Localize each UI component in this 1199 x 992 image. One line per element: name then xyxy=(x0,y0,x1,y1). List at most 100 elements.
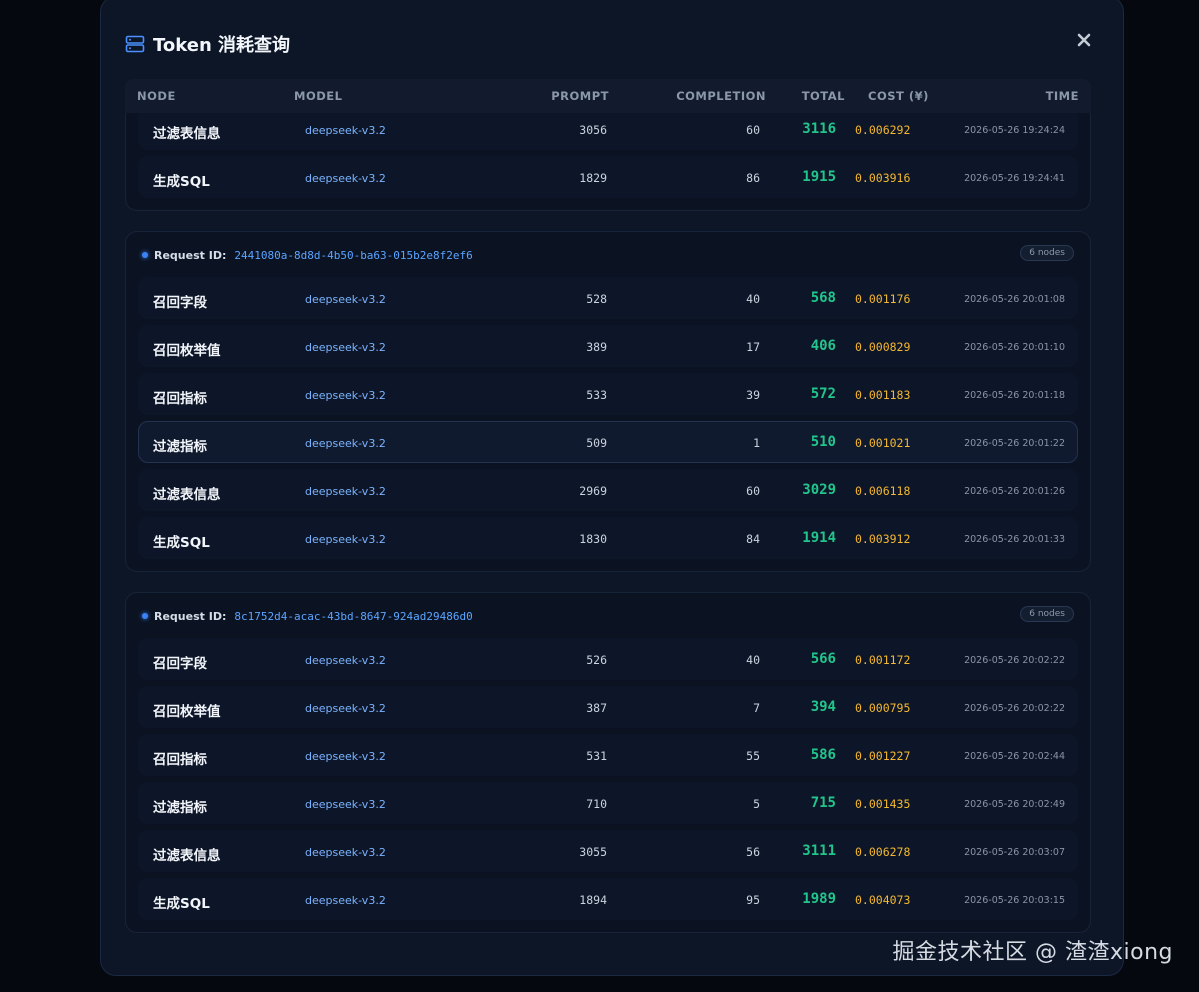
prompt-cell: 1830 xyxy=(579,532,607,546)
model-cell: deepseek-v3.2 xyxy=(305,341,386,354)
node-cell: 召回字段 xyxy=(153,656,207,672)
modal-title: Token 消耗查询 xyxy=(153,35,291,56)
prompt-cell: 710 xyxy=(586,797,607,811)
model-cell: deepseek-v3.2 xyxy=(305,654,386,667)
node-cell: 生成SQL xyxy=(153,535,210,551)
model-cell: deepseek-v3.2 xyxy=(305,750,386,763)
prompt-cell: 1829 xyxy=(579,171,607,185)
table-row[interactable]: 过滤指标 deepseek-v3.2 509 1 510 0.001021 2026-05-… xyxy=(138,421,1078,463)
completion-cell: 40 xyxy=(746,653,760,667)
close-button[interactable] xyxy=(1075,33,1093,51)
cost-cell: 0.003912 xyxy=(855,532,911,546)
table-header: NODE MODEL PROMPT COMPLETION TOTAL COST … xyxy=(125,79,1091,113)
table-row[interactable]: 过滤表信息 deepseek-v3.2 3056 60 3116 0.006292 2026… xyxy=(138,108,1078,150)
table-row[interactable]: 召回枚举值 deepseek-v3.2 389 17 406 0.000829 2026-0… xyxy=(138,325,1078,367)
model-cell: deepseek-v3.2 xyxy=(305,124,386,137)
request-group: 过滤表信息 deepseek-v3.2 3056 60 3116 0.006292 2026… xyxy=(125,103,1091,211)
table-row[interactable]: 召回字段 deepseek-v3.2 526 40 566 0.001172 2026-05… xyxy=(138,638,1078,680)
model-cell: deepseek-v3.2 xyxy=(305,389,386,402)
status-dot xyxy=(142,613,148,619)
table-row[interactable]: 生成SQL deepseek-v3.2 1829 86 1915 0.003916 2026… xyxy=(138,156,1078,198)
prompt-cell: 1894 xyxy=(579,893,607,907)
prompt-cell: 531 xyxy=(586,749,607,763)
col-prompt: PROMPT xyxy=(551,89,609,103)
table-row[interactable]: 过滤表信息 deepseek-v3.2 3055 56 3111 0.006278 2026… xyxy=(138,830,1078,872)
col-model: MODEL xyxy=(294,89,343,103)
total-cell: 3029 xyxy=(802,482,836,498)
cost-cell: 0.001435 xyxy=(855,797,911,811)
time-cell: 2026-05-26 20:02:22 xyxy=(964,703,1065,714)
status-dot xyxy=(142,252,148,258)
prompt-cell: 3055 xyxy=(579,845,607,859)
total-cell: 715 xyxy=(810,795,836,811)
cost-cell: 0.001227 xyxy=(855,749,911,763)
prompt-cell: 533 xyxy=(586,388,607,402)
time-cell: 2026-05-26 20:01:26 xyxy=(964,486,1065,497)
cost-cell: 0.006118 xyxy=(855,484,911,498)
completion-cell: 40 xyxy=(746,292,760,306)
node-cell: 召回指标 xyxy=(153,752,207,768)
time-cell: 2026-05-26 20:02:22 xyxy=(964,655,1065,666)
completion-cell: 17 xyxy=(746,340,760,354)
cost-cell: 0.001172 xyxy=(855,653,911,667)
node-cell: 召回枚举值 xyxy=(153,343,221,359)
server-icon xyxy=(125,35,145,53)
prompt-cell: 509 xyxy=(586,436,607,450)
completion-cell: 7 xyxy=(753,701,760,715)
model-cell: deepseek-v3.2 xyxy=(305,798,386,811)
table-row[interactable]: 召回枚举值 deepseek-v3.2 387 7 394 0.000795 2026-05… xyxy=(138,686,1078,728)
watermark: 掘金技术社区 @ 渣渣xiong xyxy=(892,940,1173,965)
request-id-label: Request ID: xyxy=(154,248,227,262)
completion-cell: 60 xyxy=(746,484,760,498)
model-cell: deepseek-v3.2 xyxy=(305,894,386,907)
time-cell: 2026-05-26 20:02:44 xyxy=(964,751,1065,762)
token-usage-modal: Token 消耗查询 过滤表信息 deepseek-v3.2 3056 60 3116 0… xyxy=(100,0,1124,976)
cost-cell: 0.000829 xyxy=(855,340,911,354)
node-count-badge: 6 nodes xyxy=(1020,245,1074,261)
prompt-cell: 2969 xyxy=(579,484,607,498)
total-cell: 3111 xyxy=(802,843,836,859)
cost-cell: 0.004073 xyxy=(855,893,911,907)
total-cell: 572 xyxy=(810,386,836,402)
table-row[interactable]: 生成SQL deepseek-v3.2 1830 84 1914 0.003912 2026… xyxy=(138,517,1078,559)
cost-cell: 0.006292 xyxy=(855,123,911,137)
table-row[interactable]: 召回指标 deepseek-v3.2 531 55 586 0.001227 2026-05… xyxy=(138,734,1078,776)
table-row[interactable]: 生成SQL deepseek-v3.2 1894 95 1989 0.004073 2026… xyxy=(138,878,1078,920)
completion-cell: 95 xyxy=(746,893,760,907)
request-group: Request ID: 8c1752d4-acac-43bd-8647-924a… xyxy=(125,592,1091,933)
node-cell: 过滤表信息 xyxy=(153,126,221,142)
total-cell: 1914 xyxy=(802,530,836,546)
table-row[interactable]: 过滤表信息 deepseek-v3.2 2969 60 3029 0.006118 2026… xyxy=(138,469,1078,511)
completion-cell: 5 xyxy=(753,797,760,811)
request-id-value: 2441080a-8d8d-4b50-ba63-015b2e8f2ef6 xyxy=(234,248,473,262)
time-cell: 2026-05-26 19:24:41 xyxy=(964,173,1065,184)
total-cell: 394 xyxy=(810,699,836,715)
table-row[interactable]: 召回字段 deepseek-v3.2 528 40 568 0.001176 2026-05… xyxy=(138,277,1078,319)
total-cell: 1989 xyxy=(802,891,836,907)
node-cell: 召回指标 xyxy=(153,391,207,407)
completion-cell: 1 xyxy=(753,436,760,450)
request-group: Request ID: 2441080a-8d8d-4b50-ba63-015b… xyxy=(125,231,1091,572)
node-cell: 过滤表信息 xyxy=(153,848,221,864)
cost-cell: 0.001021 xyxy=(855,436,911,450)
total-cell: 586 xyxy=(810,747,836,763)
cost-cell: 0.006278 xyxy=(855,845,911,859)
completion-cell: 60 xyxy=(746,123,760,137)
time-cell: 2026-05-26 20:01:22 xyxy=(964,438,1065,449)
prompt-cell: 387 xyxy=(586,701,607,715)
close-icon xyxy=(1077,33,1091,47)
node-count-badge: 6 nodes xyxy=(1020,606,1074,622)
table-row[interactable]: 召回指标 deepseek-v3.2 533 39 572 0.001183 2026-05… xyxy=(138,373,1078,415)
total-cell: 3116 xyxy=(802,121,836,137)
prompt-cell: 389 xyxy=(586,340,607,354)
time-cell: 2026-05-26 20:01:33 xyxy=(964,534,1065,545)
col-time: TIME xyxy=(1045,89,1079,103)
col-total: TOTAL xyxy=(801,89,845,103)
node-cell: 过滤表信息 xyxy=(153,487,221,503)
col-cost: COST (¥) xyxy=(868,89,929,103)
table-row[interactable]: 过滤指标 deepseek-v3.2 710 5 715 0.001435 2026-05-… xyxy=(138,782,1078,824)
time-cell: 2026-05-26 20:03:15 xyxy=(964,895,1065,906)
cost-cell: 0.001183 xyxy=(855,388,911,402)
node-cell: 生成SQL xyxy=(153,174,210,190)
time-cell: 2026-05-26 20:03:07 xyxy=(964,847,1065,858)
